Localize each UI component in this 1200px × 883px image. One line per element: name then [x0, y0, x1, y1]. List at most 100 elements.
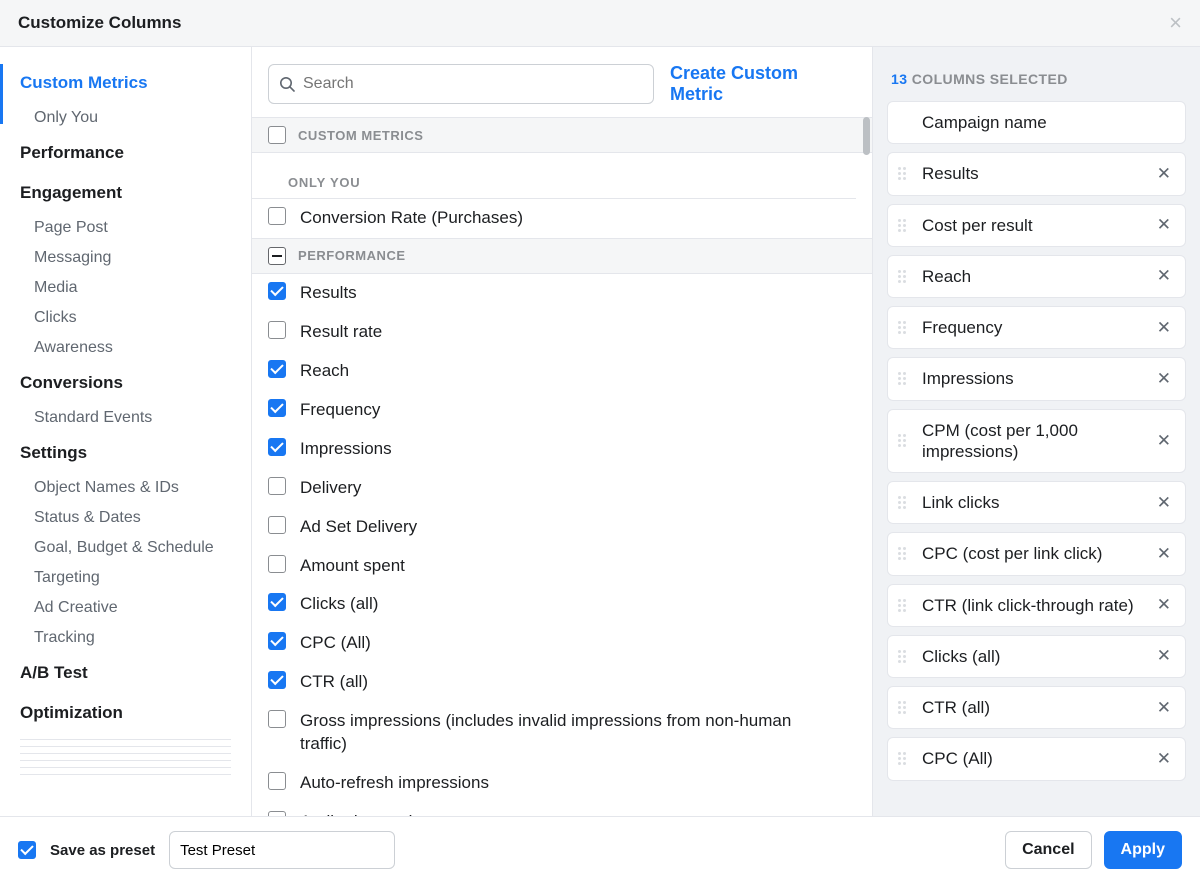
metric-row[interactable]: Frequency: [252, 391, 872, 430]
drag-handle-icon[interactable]: [898, 547, 910, 560]
metric-checkbox[interactable]: [268, 632, 286, 650]
section-select-all-checkbox[interactable]: [268, 126, 286, 144]
metric-checkbox[interactable]: [268, 710, 286, 728]
drag-handle-icon[interactable]: [898, 270, 910, 283]
search-input[interactable]: [303, 75, 643, 93]
sidebar-category-conversions[interactable]: Conversions: [20, 363, 231, 403]
drag-handle-icon[interactable]: [898, 372, 910, 385]
create-custom-metric-link[interactable]: Create Custom Metric: [670, 63, 856, 105]
preset-name-input[interactable]: [169, 831, 395, 869]
close-icon[interactable]: ×: [1169, 12, 1182, 34]
sidebar-item-status-dates[interactable]: Status & Dates: [20, 503, 231, 533]
section-subhead: Only You: [252, 153, 856, 199]
drag-handle-icon[interactable]: [898, 599, 910, 612]
drag-handle-icon[interactable]: [898, 167, 910, 180]
metric-checkbox[interactable]: [268, 593, 286, 611]
drag-handle-icon[interactable]: [898, 496, 910, 509]
selected-column[interactable]: CPC (All)✕: [887, 737, 1186, 780]
sidebar-item-goal-budget-schedule[interactable]: Goal, Budget & Schedule: [20, 533, 231, 563]
drag-handle-icon[interactable]: [898, 219, 910, 232]
sidebar-item-media[interactable]: Media: [20, 273, 231, 303]
remove-column-icon[interactable]: ✕: [1153, 164, 1175, 184]
sidebar-category-performance[interactable]: Performance: [20, 133, 231, 173]
metric-checkbox[interactable]: [268, 360, 286, 378]
metric-row[interactable]: Impressions: [252, 430, 872, 469]
sidebar-category-a-b-test[interactable]: A/B Test: [20, 653, 231, 693]
remove-column-icon[interactable]: ✕: [1153, 544, 1175, 564]
metric-row[interactable]: Attribution setting: [252, 803, 872, 816]
metric-checkbox[interactable]: [268, 282, 286, 300]
metric-row[interactable]: CTR (all): [252, 663, 872, 702]
metric-checkbox[interactable]: [268, 811, 286, 816]
metric-row[interactable]: Reach: [252, 352, 872, 391]
cancel-button[interactable]: Cancel: [1005, 831, 1091, 869]
sidebar-item-clicks[interactable]: Clicks: [20, 303, 231, 333]
metric-row[interactable]: Auto-refresh impressions: [252, 764, 872, 803]
metric-checkbox[interactable]: [268, 516, 286, 534]
metric-row[interactable]: Result rate: [252, 313, 872, 352]
sidebar-category-custom-metrics[interactable]: Custom Metrics: [20, 63, 231, 103]
metric-row[interactable]: Clicks (all): [252, 585, 872, 624]
metric-checkbox[interactable]: [268, 477, 286, 495]
remove-column-icon[interactable]: ✕: [1153, 646, 1175, 666]
selected-column[interactable]: Campaign name✕: [887, 101, 1186, 144]
sidebar-item-targeting[interactable]: Targeting: [20, 563, 231, 593]
selected-column[interactable]: CPM (cost per 1,000 impressions)✕: [887, 409, 1186, 474]
metric-checkbox[interactable]: [268, 438, 286, 456]
sidebar-item-standard-events[interactable]: Standard Events: [20, 403, 231, 433]
metric-checkbox[interactable]: [268, 207, 286, 225]
metric-checkbox[interactable]: [268, 321, 286, 339]
remove-column-icon[interactable]: ✕: [1153, 369, 1175, 389]
sidebar-item-object-names-ids[interactable]: Object Names & IDs: [20, 473, 231, 503]
selected-column[interactable]: Frequency✕: [887, 306, 1186, 349]
sidebar-item-tracking[interactable]: Tracking: [20, 623, 231, 653]
drag-handle-icon[interactable]: [898, 434, 910, 447]
drag-handle-icon[interactable]: [898, 650, 910, 663]
scrollbar-thumb[interactable]: [863, 117, 870, 155]
remove-column-icon[interactable]: ✕: [1153, 431, 1175, 451]
section-select-all-checkbox[interactable]: [268, 247, 286, 265]
selected-column[interactable]: Cost per result✕: [887, 204, 1186, 247]
sidebar-divider: [20, 774, 231, 775]
selected-column[interactable]: Reach✕: [887, 255, 1186, 298]
sidebar-category-optimization[interactable]: Optimization: [20, 693, 231, 733]
metric-row[interactable]: Gross impressions (includes invalid impr…: [252, 702, 872, 764]
metric-row[interactable]: Amount spent: [252, 547, 872, 586]
selected-column[interactable]: Clicks (all)✕: [887, 635, 1186, 678]
search-input-wrapper[interactable]: [268, 64, 654, 104]
drag-handle-icon[interactable]: [898, 321, 910, 334]
save-as-preset-checkbox[interactable]: [18, 841, 36, 859]
sidebar-item-page-post[interactable]: Page Post: [20, 213, 231, 243]
sidebar-item-awareness[interactable]: Awareness: [20, 333, 231, 363]
metric-checkbox[interactable]: [268, 399, 286, 417]
metric-checkbox[interactable]: [268, 671, 286, 689]
metric-checkbox[interactable]: [268, 772, 286, 790]
selected-column[interactable]: Results✕: [887, 152, 1186, 195]
sidebar-item-messaging[interactable]: Messaging: [20, 243, 231, 273]
sidebar-item-only-you[interactable]: Only You: [20, 103, 231, 133]
remove-column-icon[interactable]: ✕: [1153, 215, 1175, 235]
metric-checkbox[interactable]: [268, 555, 286, 573]
selected-column[interactable]: Impressions✕: [887, 357, 1186, 400]
remove-column-icon[interactable]: ✕: [1153, 266, 1175, 286]
apply-button[interactable]: Apply: [1104, 831, 1182, 869]
selected-column[interactable]: CTR (link click-through rate)✕: [887, 584, 1186, 627]
metric-row[interactable]: Conversion Rate (Purchases): [252, 199, 872, 238]
selected-column[interactable]: CTR (all)✕: [887, 686, 1186, 729]
sidebar-item-ad-creative[interactable]: Ad Creative: [20, 593, 231, 623]
sidebar-category-engagement[interactable]: Engagement: [20, 173, 231, 213]
drag-handle-icon[interactable]: [898, 701, 910, 714]
remove-column-icon[interactable]: ✕: [1153, 595, 1175, 615]
remove-column-icon[interactable]: ✕: [1153, 698, 1175, 718]
selected-column[interactable]: CPC (cost per link click)✕: [887, 532, 1186, 575]
remove-column-icon[interactable]: ✕: [1153, 749, 1175, 769]
drag-handle-icon[interactable]: [898, 752, 910, 765]
remove-column-icon[interactable]: ✕: [1153, 318, 1175, 338]
metric-row[interactable]: Results: [252, 274, 872, 313]
sidebar-category-settings[interactable]: Settings: [20, 433, 231, 473]
selected-column[interactable]: Link clicks✕: [887, 481, 1186, 524]
metric-row[interactable]: CPC (All): [252, 624, 872, 663]
metric-row[interactable]: Delivery: [252, 469, 872, 508]
metric-row[interactable]: Ad Set Delivery: [252, 508, 872, 547]
remove-column-icon[interactable]: ✕: [1153, 493, 1175, 513]
